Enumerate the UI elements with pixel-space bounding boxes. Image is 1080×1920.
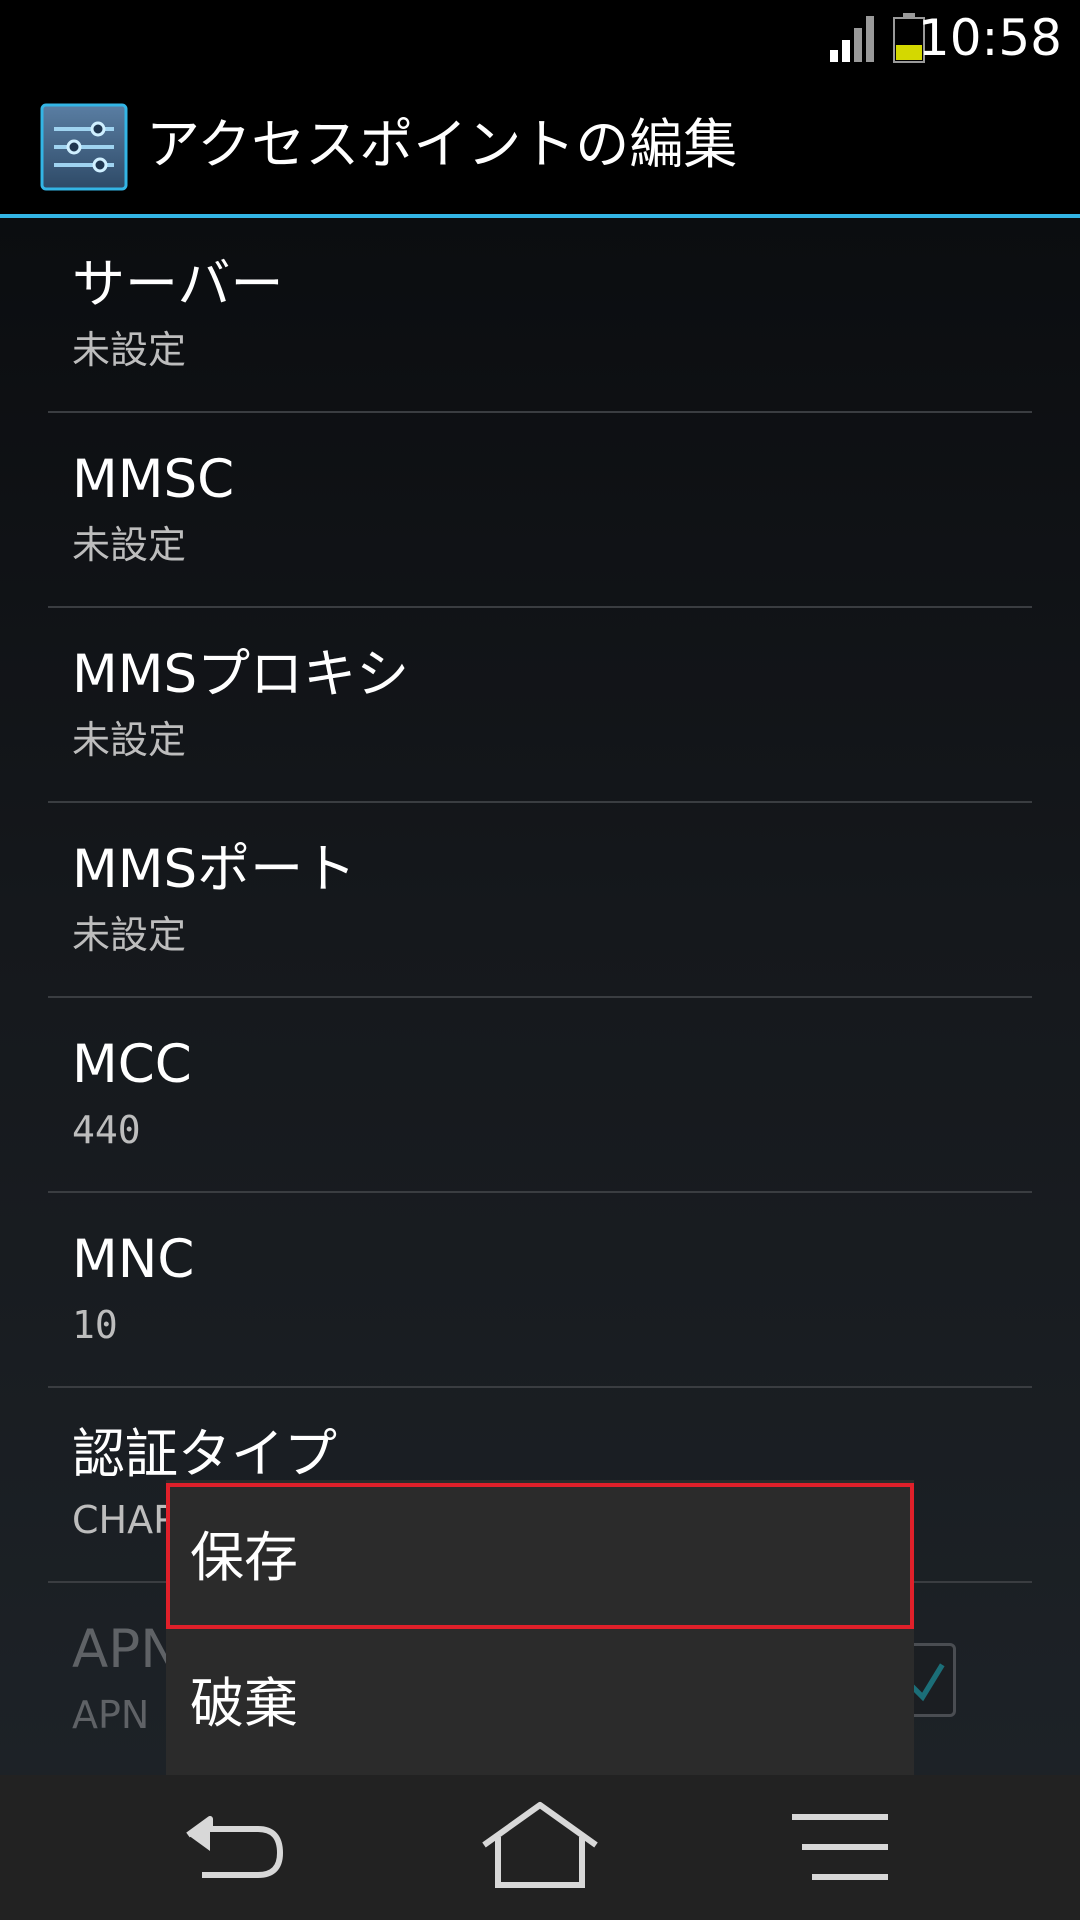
pref-mcc[interactable]: MCC 440	[0, 998, 1080, 1193]
pref-title: APN	[72, 1619, 180, 1680]
back-button[interactable]	[162, 1797, 302, 1897]
pref-summary: CHAP	[72, 1498, 177, 1542]
pref-title: サーバー	[72, 254, 284, 315]
settings-sliders-icon[interactable]	[40, 103, 128, 191]
pref-title: MCC	[72, 1034, 192, 1095]
pref-server[interactable]: サーバー 未設定	[0, 218, 1080, 413]
home-icon	[482, 1802, 598, 1888]
status-bar: 10:58	[0, 0, 1080, 75]
pref-summary: 未設定	[72, 913, 187, 957]
pref-summary: 440	[72, 1108, 141, 1152]
home-button[interactable]	[470, 1797, 610, 1897]
navigation-bar	[0, 1775, 1080, 1920]
page-title: アクセスポイントの編集	[146, 113, 738, 176]
menu-item-label: 破棄	[190, 1672, 298, 1735]
pref-title: 認証タイプ	[72, 1424, 337, 1485]
menu-button[interactable]	[770, 1797, 910, 1897]
back-icon	[186, 1816, 283, 1878]
pref-title: MMSプロキシ	[72, 644, 410, 705]
menu-item-label: 保存	[190, 1526, 298, 1589]
signal-icon	[830, 16, 874, 62]
pref-title: MMSポート	[72, 839, 357, 900]
pref-mmsc[interactable]: MMSC 未設定	[0, 413, 1080, 608]
menu-icon	[792, 1814, 888, 1880]
pref-summary: 未設定	[72, 328, 187, 372]
pref-summary: 未設定	[72, 718, 187, 762]
pref-title: MNC	[72, 1229, 195, 1290]
pref-summary: 10	[72, 1303, 118, 1347]
pref-mms-proxy[interactable]: MMSプロキシ 未設定	[0, 608, 1080, 803]
status-clock: 10:58	[917, 9, 1062, 67]
pref-mnc[interactable]: MNC 10	[0, 1193, 1080, 1388]
options-menu: 保存 破棄	[166, 1480, 914, 1775]
pref-title: MMSC	[72, 449, 235, 510]
pref-summary: APN	[72, 1693, 150, 1737]
pref-mms-port[interactable]: MMSポート 未設定	[0, 803, 1080, 998]
pref-summary: 未設定	[72, 523, 187, 567]
menu-item-discard[interactable]: 破棄	[166, 1629, 914, 1775]
menu-item-save[interactable]: 保存	[166, 1483, 914, 1629]
